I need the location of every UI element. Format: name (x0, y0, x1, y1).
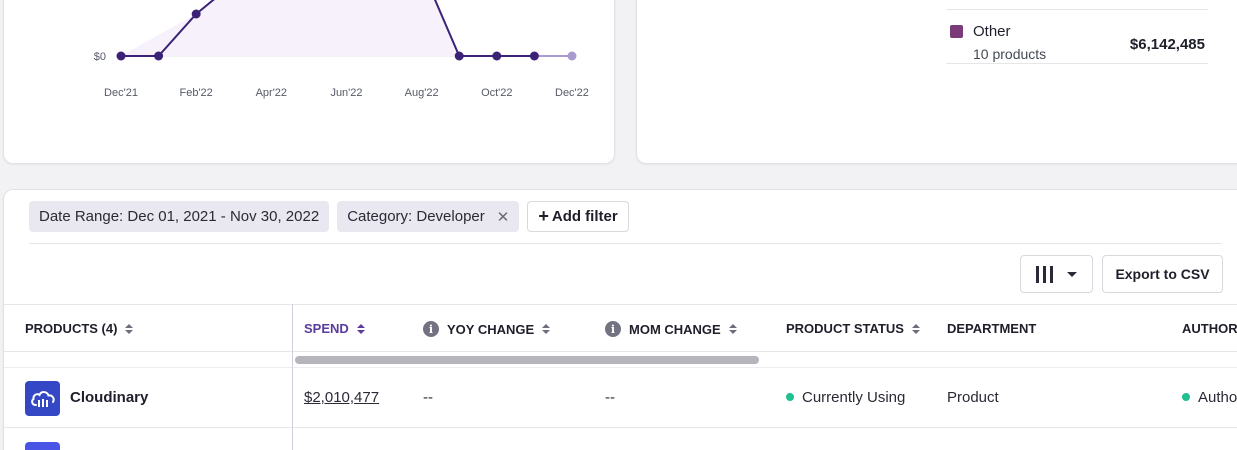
data-point[interactable] (454, 51, 464, 61)
add-filter-button[interactable]: + Add filter (527, 201, 629, 232)
column-header-spend[interactable]: SPEND (304, 321, 365, 336)
spend-trend-card: $0 Dec'21 Feb'22 Apr'22 Jun'22 Aug'22 Oct'22 De… (3, 0, 615, 164)
add-filter-label: Add filter (551, 208, 618, 225)
legend-name: Other (973, 23, 1011, 40)
spend-value[interactable]: $2,010,477 (304, 389, 379, 406)
horizontal-scrollbar[interactable] (295, 356, 759, 364)
x-tick-label: Apr'22 (256, 87, 287, 99)
column-header-department[interactable]: DEPARTMENT (947, 321, 1036, 336)
filter-bar: Date Range: Dec 01, 2021 - Nov 30, 2022 … (29, 201, 629, 233)
x-tick-label: Feb'22 (180, 87, 213, 99)
sort-icon (125, 323, 134, 334)
info-icon[interactable]: i (605, 321, 621, 337)
column-label: AUTHORI (1182, 321, 1237, 336)
data-point[interactable] (529, 51, 539, 61)
legend-product-count: 10 products (973, 46, 1047, 62)
authorization-label: Autho (1198, 389, 1237, 406)
filter-chip-label: Date Range: Dec 01, 2021 - Nov 30, 2022 (39, 208, 320, 225)
column-label: YOY CHANGE (447, 321, 535, 337)
y-tick-label: $0 (94, 51, 106, 63)
sort-icon (728, 324, 737, 334)
column-header-authorization[interactable]: AUTHORI (1182, 321, 1237, 336)
x-tick-label: Aug'22 (405, 87, 439, 99)
column-header-products[interactable]: PRODUCTS (4) (25, 321, 134, 336)
yoy-change-value: -- (423, 389, 433, 406)
chevron-down-icon (1067, 271, 1077, 277)
sort-icon (356, 323, 365, 334)
plus-icon: + (538, 206, 549, 226)
column-label: PRODUCT STATUS (786, 321, 904, 336)
column-settings-button[interactable] (1020, 255, 1093, 293)
close-icon[interactable]: ✕ (497, 208, 510, 226)
filter-chip-date-range[interactable]: Date Range: Dec 01, 2021 - Nov 30, 2022 (29, 201, 330, 232)
x-tick-label: Dec'22 (555, 87, 589, 99)
column-label: SPEND (304, 321, 349, 336)
column-label: MOM CHANGE (629, 321, 721, 337)
filter-chip-label: Category: Developer (347, 208, 485, 225)
filter-chip-category[interactable]: Category: Developer ✕ (337, 201, 520, 232)
donut-chart (637, 0, 937, 164)
table-header: PRODUCTS (4) SPEND i YOY CHANGE i MOM CH… (4, 304, 1237, 352)
product-status: Currently Using (786, 389, 905, 406)
column-label: DEPARTMENT (947, 321, 1037, 336)
column-header-product-status[interactable]: PRODUCT STATUS (786, 321, 920, 336)
data-point[interactable] (191, 9, 201, 19)
data-point[interactable] (567, 51, 577, 61)
divider (29, 243, 1222, 244)
column-header-yoy-change[interactable]: i YOY CHANGE (423, 321, 551, 337)
data-point[interactable] (154, 51, 164, 61)
category-breakdown-card: Other 10 products $6,142,485 (636, 0, 1237, 164)
department-value: Product (947, 389, 999, 406)
legend-item-other[interactable]: Other 10 products $6,142,485 (946, 9, 1208, 64)
mom-change-value: -- (605, 389, 615, 406)
sort-icon (911, 323, 920, 334)
status-label: Currently Using (802, 389, 906, 406)
spend-line-chart: $0 Dec'21 Feb'22 Apr'22 Jun'22 Aug'22 Oct'22 De… (94, 0, 589, 99)
column-label: PRODUCTS (4) (25, 321, 118, 336)
authorization-status: Autho (1182, 389, 1237, 406)
legend-swatch (950, 25, 963, 38)
data-point[interactable] (492, 51, 502, 61)
status-dot-icon (786, 393, 794, 401)
info-icon[interactable]: i (423, 321, 439, 337)
area-fill (121, 0, 460, 56)
frozen-column-divider (292, 304, 293, 450)
columns-icon (1036, 265, 1053, 283)
x-tick-label: Jun'22 (330, 87, 362, 99)
product-name[interactable]: Cloudinary (70, 389, 148, 406)
export-csv-button[interactable]: Export to CSV (1102, 255, 1223, 293)
table-row[interactable]: Cloudinary $2,010,477 -- -- Currently Us… (4, 368, 1237, 428)
product-logo-icon (25, 442, 60, 450)
status-dot-icon (1182, 393, 1190, 401)
column-header-mom-change[interactable]: i MOM CHANGE (605, 321, 737, 337)
data-point[interactable] (116, 51, 126, 61)
legend-value: $6,142,485 (1129, 36, 1205, 53)
cloudinary-logo-icon (25, 381, 60, 416)
x-tick-label: Oct'22 (481, 87, 512, 99)
products-table-card: Date Range: Dec 01, 2021 - Nov 30, 2022 … (3, 189, 1237, 450)
x-tick-label: Dec'21 (104, 87, 138, 99)
sort-icon (542, 324, 551, 334)
